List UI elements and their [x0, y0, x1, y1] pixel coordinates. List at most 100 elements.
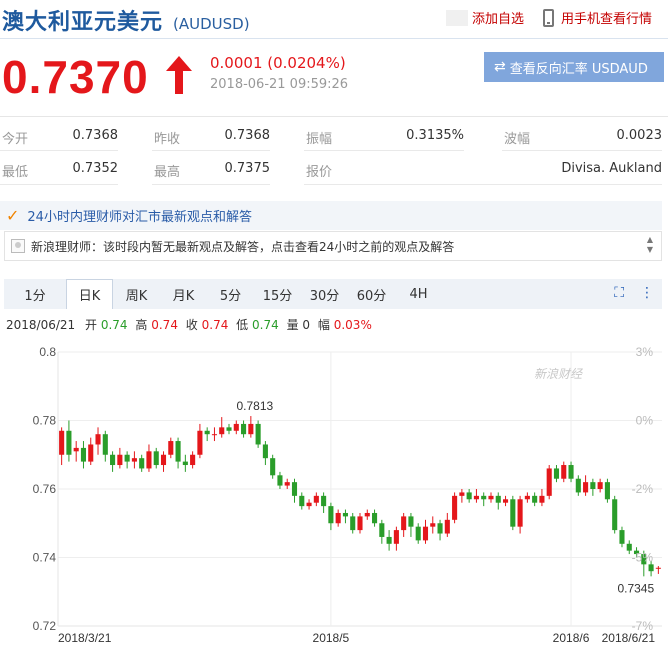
candle-body [117, 454, 123, 466]
advisor-header[interactable]: ✓ 24小时内理财师对汇市最新观点和解答 [0, 201, 662, 230]
candle-body [575, 478, 581, 493]
candle-body [655, 567, 661, 569]
candle-body [393, 530, 399, 544]
candle-body [190, 454, 196, 466]
instrument-code: (AUDUSD) [173, 15, 250, 33]
ohlc-date: 2018/06/21 [6, 318, 76, 332]
ohlc-readout: 2018/06/21 开 0.74 高 0.74 收 0.74 低 0.74 量… [6, 316, 372, 333]
ohlc-high: 0.74 [151, 318, 178, 332]
tab-monthly[interactable]: 月K [160, 279, 207, 309]
open-label: 开 [85, 318, 98, 332]
x-tick-label: 2018/6 [553, 631, 590, 645]
candle-body [444, 519, 450, 534]
y-tick-label: 0.72 [33, 619, 57, 633]
tab-daily[interactable]: 日K [66, 279, 113, 309]
min-annotation: 0.7345 [617, 581, 654, 595]
candle-body [255, 423, 261, 445]
candle-body [561, 465, 567, 479]
candle-body [612, 499, 618, 531]
candle-body [59, 430, 65, 455]
amplitude-label: 振幅 [306, 132, 333, 147]
instrument-title: 澳大利亚元美元 (AUDUSD) [2, 4, 250, 36]
candle-body [553, 468, 560, 479]
notice-scroll-control[interactable]: ▲ ▼ [647, 235, 653, 255]
candle-body [175, 441, 181, 462]
close-label: 收 [185, 318, 198, 332]
change-label: 幅 [317, 318, 330, 332]
add-favorite-label: 添加自选 [472, 12, 525, 27]
tab-1min[interactable]: 1分 [4, 279, 66, 309]
candle-body [66, 430, 72, 455]
candle-body [197, 430, 203, 455]
candle-body [313, 495, 319, 503]
stat-divider [152, 150, 270, 151]
candle-body [386, 536, 392, 544]
prev-close-label: 昨收 [154, 132, 181, 147]
candle-body [80, 447, 87, 462]
high-label: 高 [135, 318, 148, 332]
instrument-name: 澳大利亚元美元 [2, 10, 164, 35]
fullscreen-icon[interactable]: ⛶ [614, 285, 624, 301]
current-price: 0.7370 [2, 51, 149, 103]
candle-body [568, 465, 574, 479]
candle-body [408, 516, 414, 527]
reverse-rate-label: 查看反向汇率 USDAUD [509, 61, 648, 77]
ohlc-change: 0.03% [333, 318, 372, 332]
candle-body [139, 458, 145, 469]
mobile-view-label: 用手机查看行情 [561, 12, 653, 27]
candle-body [524, 495, 530, 500]
candle-body [452, 495, 458, 520]
y-right-tick-label: -5% [632, 551, 654, 565]
advisor-notice[interactable]: 新浪理财师：该时段内暂无最新观点及解答，点击查看24小时之前的观点及解答 ▲ ▼ [4, 231, 662, 261]
candle-body [299, 495, 305, 507]
candle-body [357, 516, 363, 531]
max-annotation: 0.7813 [236, 399, 273, 413]
candle-body [241, 423, 247, 435]
candle-body [321, 495, 327, 507]
stat-divider [502, 150, 662, 151]
tab-60min[interactable]: 60分 [348, 279, 395, 309]
high-label: 最高 [154, 165, 181, 180]
chart-labels: 0.8 3%0.78 0%0.76 -2%0.74 -5%0.72 -7%2018/3/2… [33, 345, 656, 645]
more-icon[interactable]: ⋮ [640, 285, 654, 301]
ohlc-low: 0.74 [252, 318, 279, 332]
x-tick-label: 2018/6/21 [602, 631, 656, 645]
tab-30min[interactable]: 30分 [301, 279, 348, 309]
reverse-rate-button[interactable]: ⇄ 查看反向汇率 USDAUD [484, 52, 664, 82]
tab-4h[interactable]: 4H [395, 279, 442, 309]
candle-body [619, 530, 625, 544]
candle-body [437, 523, 443, 534]
candle-body [495, 495, 501, 503]
candle-body [648, 564, 654, 572]
candle-body [270, 458, 276, 476]
chart-watermark: 新浪财经 [534, 367, 584, 381]
y-tick-label: 0.74 [33, 551, 57, 565]
pen-icon: ✓ [6, 206, 20, 225]
ohlc-close: 0.74 [201, 318, 229, 332]
candle-body [546, 468, 552, 496]
scroll-up-icon[interactable]: ▲ [647, 235, 653, 245]
x-tick-label: 2018/3/21 [58, 631, 112, 645]
candlestick-chart[interactable]: 0.8 3%0.78 0%0.76 -2%0.74 -5%0.72 -7%2018/3/2… [0, 338, 668, 648]
y-tick-label: 0.76 [33, 482, 57, 496]
advisor-title: 24小时内理财师对汇市最新观点和解答 [27, 210, 252, 225]
tab-weekly[interactable]: 周K [113, 279, 160, 309]
mobile-view-link[interactable]: 用手机查看行情 [543, 8, 652, 27]
low-value: 0.7352 [72, 161, 119, 176]
candle-body [342, 512, 348, 517]
scroll-down-icon[interactable]: ▼ [647, 245, 653, 255]
candle-body [430, 523, 436, 527]
candle-body [364, 512, 370, 517]
candle-body [481, 495, 487, 500]
candle-body [517, 499, 523, 527]
stats-top-divider [0, 116, 668, 117]
candle-body [226, 427, 232, 431]
tab-15min[interactable]: 15分 [254, 279, 301, 309]
y-right-tick-label: 3% [636, 345, 654, 359]
candle-body [539, 495, 545, 503]
high-value: 0.7375 [224, 161, 271, 176]
add-favorite-button[interactable]: 添加自选 [446, 8, 524, 27]
tab-5min[interactable]: 5分 [207, 279, 254, 309]
candle-body [604, 482, 610, 500]
candle-body [102, 434, 108, 455]
